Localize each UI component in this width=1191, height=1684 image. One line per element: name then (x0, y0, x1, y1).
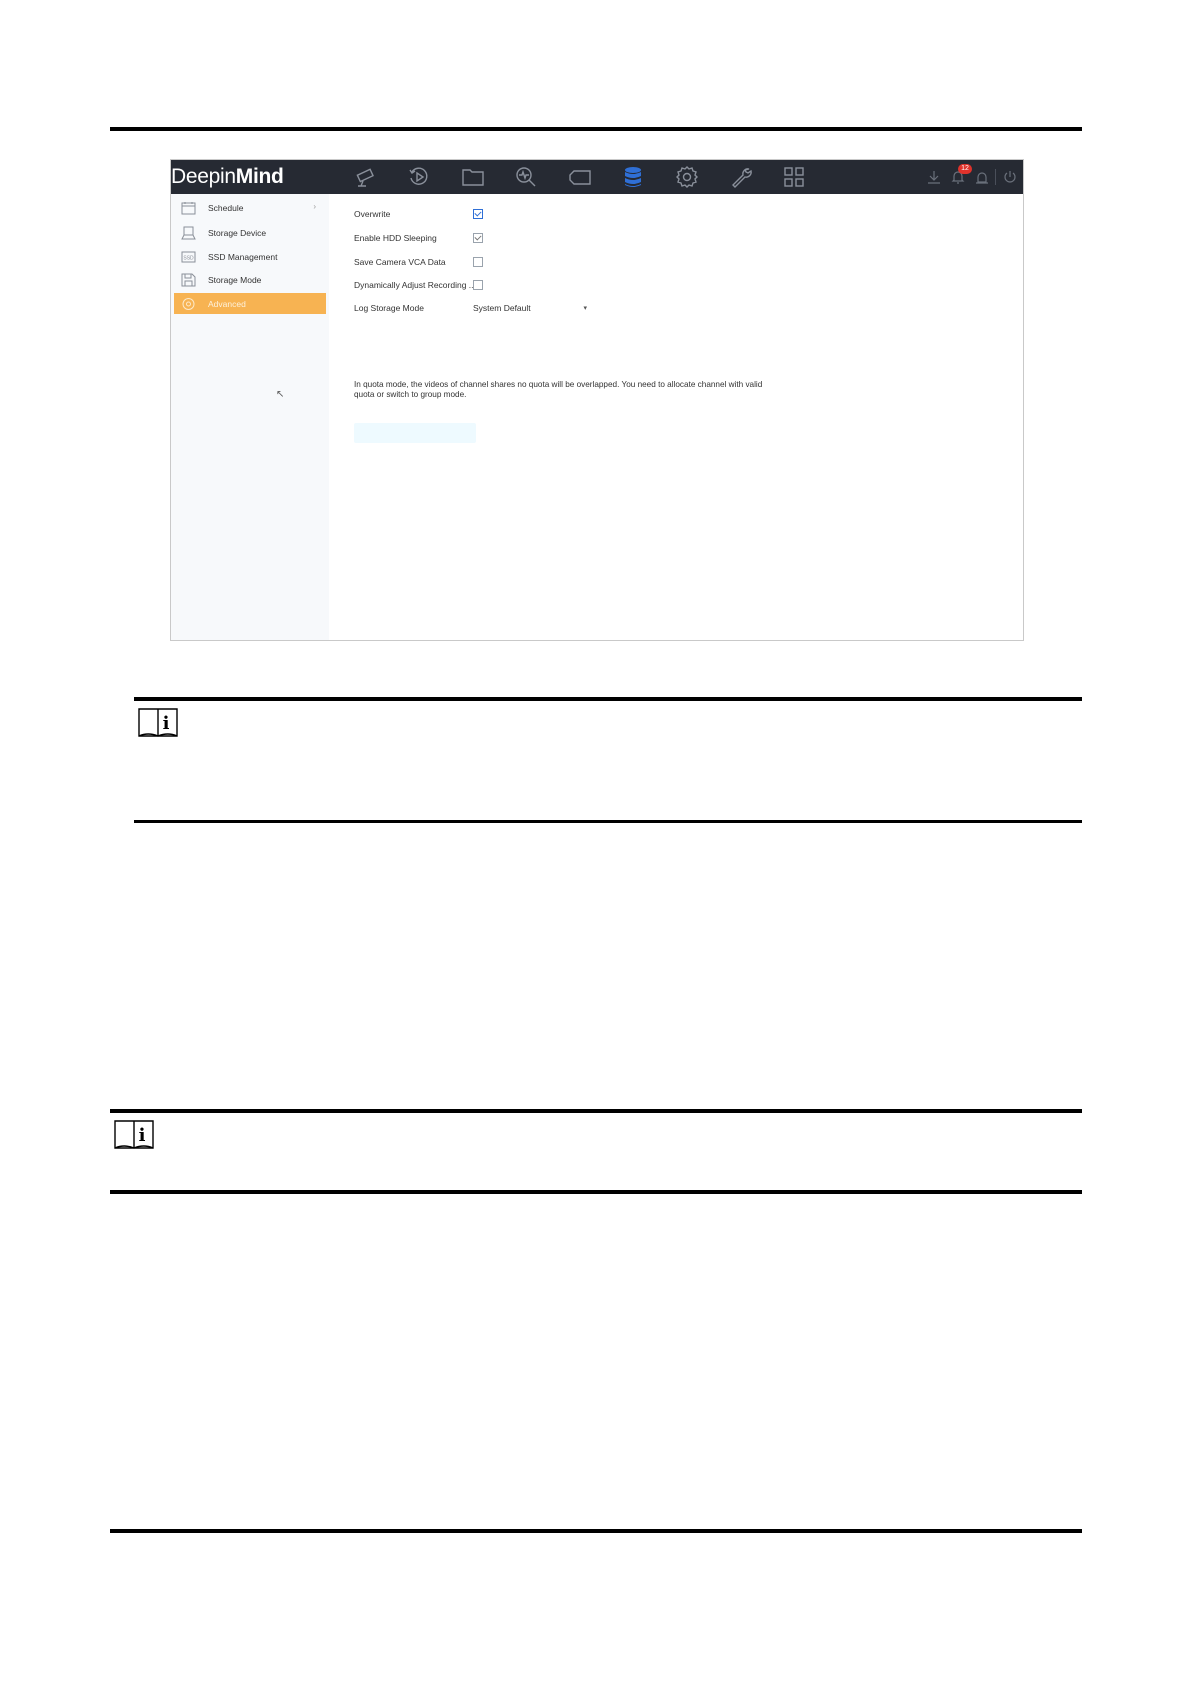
log-mode-label: Log Storage Mode (354, 303, 424, 313)
overwrite-label: Overwrite (354, 209, 391, 219)
ptz-icon[interactable] (567, 165, 593, 189)
svg-text:i: i (163, 713, 170, 734)
sidebar-item-advanced[interactable]: Advanced (174, 293, 326, 314)
storage-device-icon (180, 226, 196, 240)
hdd-sleep-checkbox[interactable] (473, 233, 483, 243)
vca-checkbox[interactable] (473, 257, 483, 267)
note-bottom-rule (134, 820, 1082, 823)
sidebar-item-schedule[interactable]: Schedule › (174, 197, 326, 218)
log-mode-select[interactable]: System Default ▾ (473, 301, 591, 315)
hdd-sleep-row: Enable HDD Sleeping (354, 230, 483, 246)
note2-icon: i (113, 1118, 155, 1150)
playback-icon[interactable] (406, 165, 432, 189)
notification-icon[interactable]: 12 (948, 164, 972, 187)
note-top-rule (134, 697, 1082, 701)
calendar-icon (180, 201, 196, 215)
power-icon[interactable] (1000, 167, 1020, 187)
log-mode-row: Log Storage Mode System Default ▾ (354, 300, 591, 316)
floppy-icon (180, 273, 196, 287)
mouse-pointer-icon: ↖ (276, 389, 285, 400)
sidebar-item-storage-mode[interactable]: Storage Mode (174, 269, 326, 290)
quota-notice: In quota mode, the videos of channel sha… (354, 380, 763, 399)
sidebar: Schedule › Storage Device SSD SSD Manage… (171, 194, 330, 640)
grid-icon[interactable] (781, 165, 807, 189)
sidebar-item-label: Storage Mode (208, 274, 262, 285)
settings-panel: Overwrite Enable HDD Sleeping Save Camer… (329, 194, 1023, 640)
hdd-sleep-label: Enable HDD Sleeping (354, 233, 437, 243)
sidebar-item-label: Advanced (208, 298, 246, 309)
alarm-icon[interactable] (972, 167, 992, 187)
vca-label: Save Camera VCA Data (354, 257, 446, 267)
sidebar-item-ssd-management[interactable]: SSD SSD Management (174, 246, 326, 267)
vca-row: Save Camera VCA Data (354, 254, 483, 270)
dynamic-checkbox[interactable] (473, 280, 483, 290)
svg-text:i: i (139, 1125, 146, 1146)
app-window: DeepinMind 12 Schedule › Storage Device … (170, 159, 1024, 641)
storage-icon[interactable] (620, 165, 646, 189)
overwrite-checkbox[interactable] (473, 209, 483, 219)
log-mode-value: System Default (473, 303, 531, 313)
sidebar-item-label: Storage Device (208, 227, 267, 238)
chevron-right-icon: › (313, 202, 316, 211)
brand-logo: DeepinMind (171, 165, 284, 188)
note-icon: i (137, 706, 179, 738)
dynamic-row: Dynamically Adjust Recording ... (354, 277, 483, 293)
svg-text:SSD: SSD (183, 255, 194, 261)
ssd-icon: SSD (180, 250, 196, 264)
overwrite-row: Overwrite (354, 206, 483, 222)
sidebar-item-storage-device[interactable]: Storage Device (174, 222, 326, 243)
header-rule (110, 127, 1082, 131)
top-navigation-bar: DeepinMind 12 (171, 160, 1023, 194)
maintenance-icon[interactable] (728, 165, 754, 189)
settings-icon[interactable] (674, 165, 700, 189)
note2-bottom-rule (110, 1190, 1082, 1194)
folder-icon[interactable] (460, 165, 486, 189)
search-activity-icon[interactable] (513, 165, 539, 189)
dynamic-label: Dynamically Adjust Recording ... (354, 280, 473, 290)
footer-rule (110, 1529, 1082, 1533)
faded-button[interactable] (354, 423, 476, 443)
sidebar-item-label: Schedule (208, 202, 244, 213)
notification-badge: 12 (958, 164, 972, 174)
sidebar-item-label: SSD Management (208, 251, 278, 262)
toolbar-divider (995, 169, 996, 185)
chevron-down-icon: ▾ (583, 305, 587, 312)
camera-icon[interactable] (353, 165, 379, 189)
note2-top-rule (110, 1109, 1082, 1113)
download-icon[interactable] (924, 167, 944, 187)
advanced-gear-icon (180, 297, 196, 311)
